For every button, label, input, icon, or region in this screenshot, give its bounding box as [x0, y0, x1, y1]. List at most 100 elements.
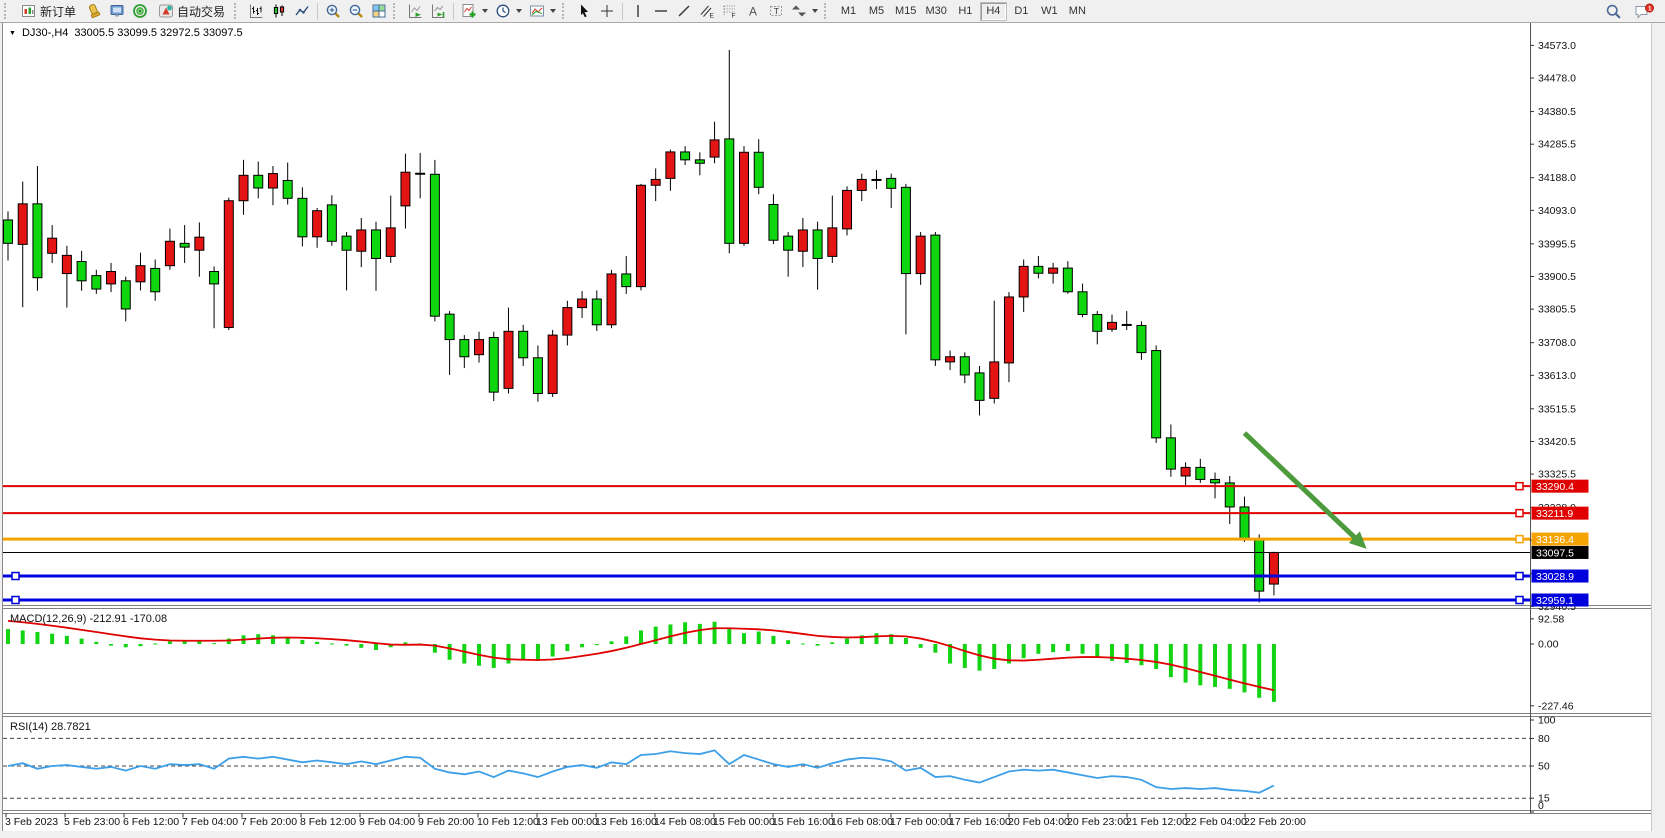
chart-ohlc-values: 33005.5 33099.5 32972.5 33097.5 — [74, 27, 242, 39]
chevron-down-icon — [550, 9, 556, 13]
svg-text:E: E — [710, 13, 715, 20]
fibo-fan-tool-button[interactable]: F — [719, 1, 741, 21]
market-watch-button[interactable] — [106, 1, 128, 21]
crosshair-tool-button[interactable] — [596, 1, 618, 21]
svg-text:7 Feb 04:00: 7 Feb 04:00 — [182, 816, 238, 828]
zoom-in-icon — [325, 3, 341, 19]
toolbar-grip[interactable] — [234, 3, 241, 19]
chat-icon: 1 — [1634, 3, 1654, 20]
symbol-dropdown-icon[interactable]: ▼ — [9, 28, 16, 39]
svg-text:8 Feb 12:00: 8 Feb 12:00 — [300, 816, 356, 828]
toolbar-grip[interactable] — [393, 3, 400, 19]
svg-text:33805.5: 33805.5 — [1538, 304, 1576, 316]
period-clock-icon — [495, 3, 511, 19]
svg-text:A: A — [749, 5, 757, 19]
svg-text:14 Feb 08:00: 14 Feb 08:00 — [654, 816, 716, 828]
svg-text:22 Feb 04:00: 22 Feb 04:00 — [1185, 816, 1247, 828]
svg-text:92.58: 92.58 — [1538, 613, 1564, 625]
timeframe-m5-button[interactable]: M5 — [863, 2, 890, 21]
svg-text:33420.5: 33420.5 — [1538, 436, 1576, 448]
timeframe-h4-button[interactable]: H4 — [980, 2, 1007, 21]
candlestick-chart-button[interactable] — [268, 1, 290, 21]
timeframe-m1-button[interactable]: M1 — [835, 2, 862, 21]
svg-text:MACD(12,26,9) -212.91 -170.08: MACD(12,26,9) -212.91 -170.08 — [10, 613, 167, 625]
toolbar-grip[interactable] — [562, 3, 569, 19]
svg-text:15 Feb 00:00: 15 Feb 00:00 — [713, 816, 775, 828]
svg-text:33211.9: 33211.9 — [1536, 508, 1573, 520]
svg-text:16 Feb 08:00: 16 Feb 08:00 — [831, 816, 893, 828]
svg-text:0: 0 — [1538, 800, 1544, 812]
notifications-button[interactable]: 1 — [1631, 1, 1657, 21]
svg-text:5 Feb 23:00: 5 Feb 23:00 — [64, 816, 120, 828]
svg-text:80: 80 — [1538, 733, 1550, 745]
zoom-in-button[interactable] — [322, 1, 344, 21]
label-tool-button[interactable]: T — [765, 1, 787, 21]
fibonacci-icon: E — [699, 3, 715, 19]
timeframe-m15-button[interactable]: M15 — [891, 2, 920, 21]
svg-text:33290.4: 33290.4 — [1536, 481, 1574, 493]
svg-text:33995.5: 33995.5 — [1538, 238, 1576, 250]
timeframe-mn-button[interactable]: MN — [1064, 2, 1091, 21]
svg-text:33097.5: 33097.5 — [1536, 547, 1574, 559]
navigator-button[interactable] — [129, 1, 151, 21]
new-order-button[interactable]: 新订单 — [15, 1, 82, 21]
svg-text:15 Feb 16:00: 15 Feb 16:00 — [772, 816, 834, 828]
template-icon — [529, 3, 545, 19]
svg-text:-227.46: -227.46 — [1538, 700, 1574, 712]
svg-text:3 Feb 2023: 3 Feb 2023 — [5, 816, 58, 828]
search-button[interactable] — [1602, 1, 1625, 21]
timeframe-w1-button[interactable]: W1 — [1036, 2, 1063, 21]
arrows-tool-icon — [791, 3, 807, 19]
svg-text:13 Feb 00:00: 13 Feb 00:00 — [536, 816, 598, 828]
svg-text:100: 100 — [1538, 715, 1556, 727]
market-watch-icon — [109, 3, 125, 19]
svg-text:13 Feb 16:00: 13 Feb 16:00 — [595, 816, 657, 828]
svg-text:6 Feb 12:00: 6 Feb 12:00 — [123, 816, 179, 828]
tile-windows-button[interactable] — [368, 1, 390, 21]
fibo-fan-icon: F — [722, 3, 738, 19]
search-icon — [1605, 3, 1622, 20]
period-button[interactable] — [492, 1, 525, 21]
zoom-out-button[interactable] — [345, 1, 367, 21]
cursor-tool-button[interactable] — [573, 1, 595, 21]
svg-text:33515.5: 33515.5 — [1538, 403, 1576, 415]
auto-trading-button[interactable]: 自动交易 — [152, 1, 231, 21]
timeframe-m30-button[interactable]: M30 — [921, 2, 950, 21]
trendline-tool-button[interactable] — [673, 1, 695, 21]
svg-text:17 Feb 16:00: 17 Feb 16:00 — [949, 816, 1011, 828]
toolbar-grip[interactable] — [824, 3, 831, 19]
vertical-line-icon — [630, 3, 646, 19]
svg-text:34478.0: 34478.0 — [1538, 73, 1576, 85]
line-chart-button[interactable] — [291, 1, 313, 21]
horizontal-line-tool-button[interactable] — [650, 1, 672, 21]
vertical-line-tool-button[interactable] — [627, 1, 649, 21]
svg-text:7 Feb 20:00: 7 Feb 20:00 — [241, 816, 297, 828]
arrows-tool-button[interactable] — [788, 1, 821, 21]
toolbar-grip[interactable] — [4, 3, 11, 19]
template-button[interactable] — [526, 1, 559, 21]
tile-windows-icon — [371, 3, 387, 19]
auto-trading-label: 自动交易 — [177, 3, 225, 20]
svg-text:33325.5: 33325.5 — [1538, 469, 1576, 481]
chart-symbol-period: DJ30-,H4 — [22, 27, 68, 39]
chart-canvas[interactable]: 34573.034478.034380.534285.534188.034093… — [0, 0, 1665, 838]
candlestick-chart-icon — [271, 3, 287, 19]
auto-scroll-button[interactable] — [404, 1, 426, 21]
date-axis[interactable]: 3 Feb 2023 5 Feb 23:006 Feb 12:007 Feb 04… — [5, 814, 1306, 829]
fibonacci-tool-button[interactable]: E — [696, 1, 718, 21]
svg-text:9 Feb 04:00: 9 Feb 04:00 — [359, 816, 415, 828]
bar-chart-button[interactable] — [245, 1, 267, 21]
profiles-button[interactable] — [83, 1, 105, 21]
new-order-icon — [21, 3, 37, 19]
svg-text:33708.0: 33708.0 — [1538, 337, 1576, 349]
chevron-down-icon — [482, 9, 488, 13]
chart-shift-button[interactable] — [427, 1, 449, 21]
svg-text:20 Feb 23:00: 20 Feb 23:00 — [1067, 816, 1129, 828]
svg-text:21 Feb 12:00: 21 Feb 12:00 — [1126, 816, 1188, 828]
toolbar: 新订单 自动交易 — [0, 0, 1665, 23]
add-indicator-button[interactable] — [458, 1, 491, 21]
text-tool-button[interactable]: A — [742, 1, 764, 21]
timeframe-d1-button[interactable]: D1 — [1008, 2, 1035, 21]
timeframe-h1-button[interactable]: H1 — [952, 2, 979, 21]
bar-chart-icon — [248, 3, 264, 19]
